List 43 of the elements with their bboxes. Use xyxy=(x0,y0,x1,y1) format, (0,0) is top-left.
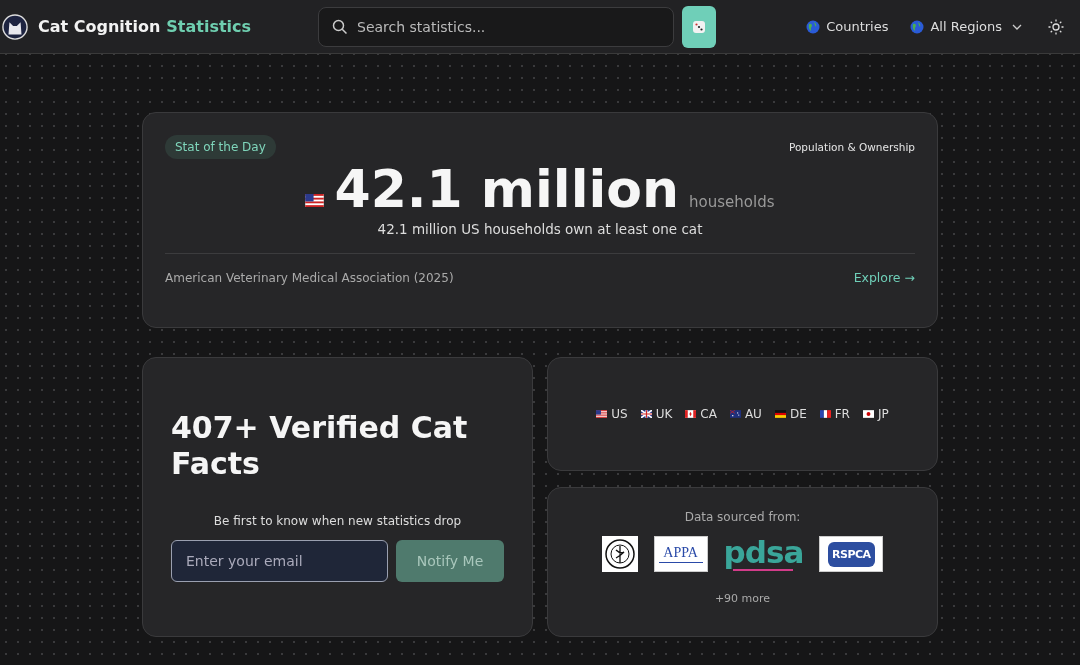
globe-icon xyxy=(806,19,821,34)
pdsa-logo: pdsa xyxy=(723,537,804,571)
category-label: Population & Ownership xyxy=(788,141,915,153)
stat-source: American Veterinary Medical Association (2025) xyxy=(165,270,454,285)
nav-menu[interactable]: Countries xyxy=(806,19,889,34)
flag-icon xyxy=(685,410,697,418)
country-label[interactable]: JP xyxy=(877,407,889,421)
signup-prompt: Be first to know when new statistics drop xyxy=(212,514,463,528)
flag-icon xyxy=(305,194,325,207)
globe-icon xyxy=(910,19,925,34)
flag-icon xyxy=(729,410,741,418)
country-label[interactable]: DE xyxy=(789,407,807,421)
rspca-logo: RSPCA xyxy=(819,536,884,572)
dice-icon xyxy=(691,18,707,35)
flag-icon xyxy=(640,410,652,418)
brand-accent: Statistics xyxy=(166,17,252,36)
flag-icon xyxy=(862,410,874,418)
appa-logo: APPA xyxy=(653,536,708,572)
flag-icon xyxy=(596,410,608,418)
sources-heading: Data sourced from: xyxy=(684,510,801,524)
explore-link[interactable]: Explore → xyxy=(853,270,915,285)
cat-logo-icon xyxy=(2,13,28,40)
country-label[interactable]: US xyxy=(611,407,628,421)
more-sources: +90 more xyxy=(714,592,771,605)
country-label[interactable]: CA xyxy=(700,407,717,421)
search-icon xyxy=(332,18,348,35)
country-label[interactable]: AU xyxy=(744,407,762,421)
nav-menu[interactable]: All Regions xyxy=(910,19,1022,34)
stat-description: 42.1 million US households own at least one cat xyxy=(165,221,915,254)
country-label[interactable]: UK xyxy=(655,407,673,421)
brand-title: Cat Cognition xyxy=(38,17,161,36)
random-button[interactable] xyxy=(682,5,716,48)
email-field[interactable]: Enter your email xyxy=(171,540,388,582)
stat-unit: households xyxy=(689,193,775,211)
signup-title: 407+ Verified Cat Facts xyxy=(171,410,469,482)
search-field[interactable]: Search statistics... xyxy=(318,6,674,47)
stat-badge: Stat of the Day xyxy=(165,135,276,159)
flag-icon xyxy=(774,410,786,418)
seal-logo-icon xyxy=(601,536,638,572)
stat-value: 42.1 million xyxy=(334,159,680,219)
country-label[interactable]: FR xyxy=(834,407,850,421)
sun-icon[interactable] xyxy=(1048,18,1064,35)
flag-icon xyxy=(819,410,831,418)
